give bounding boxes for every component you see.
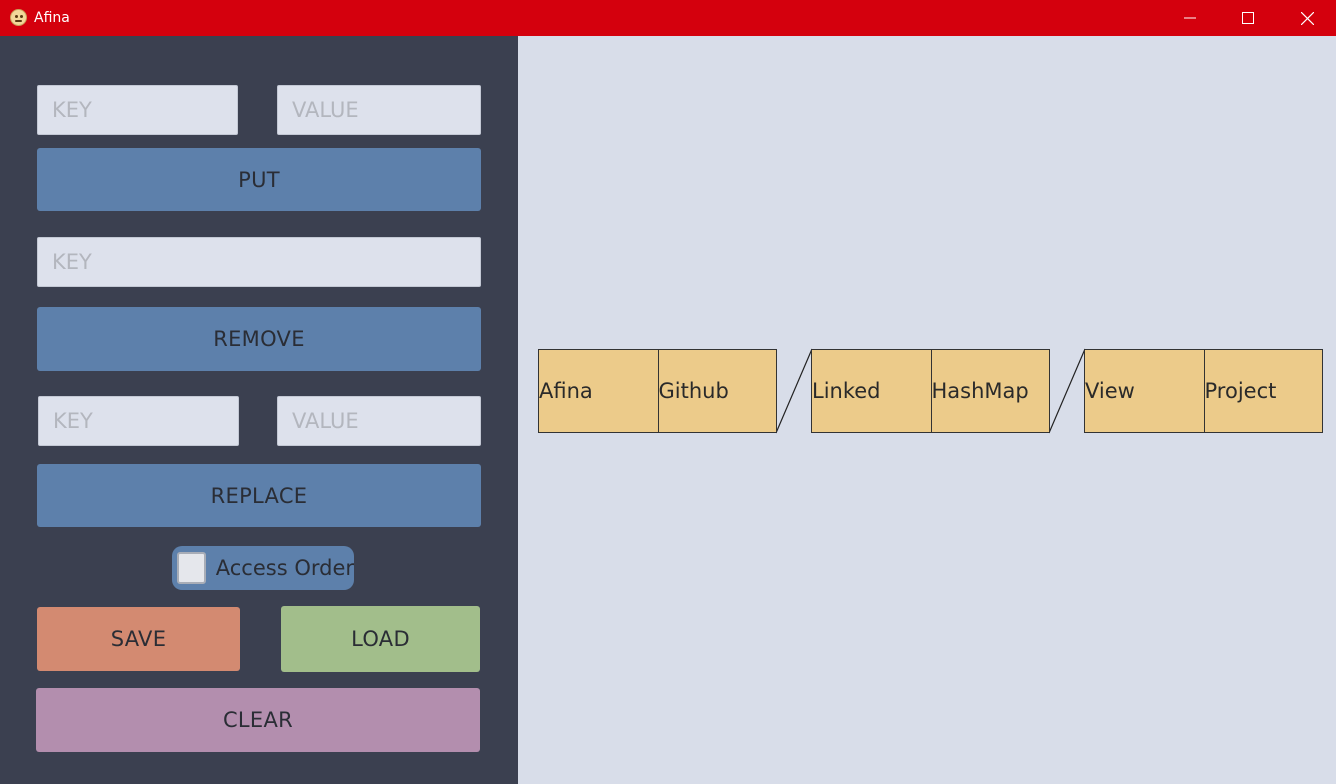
app-icon [10, 9, 27, 26]
access-order-label: Access Order [215, 556, 354, 580]
node-value: Project [1203, 350, 1323, 432]
remove-key-input[interactable] [37, 237, 481, 287]
minimize-icon [1184, 17, 1196, 19]
map-node: View Project [1084, 349, 1323, 433]
load-button[interactable]: LOAD [281, 606, 480, 672]
node-link-1 [775, 348, 813, 434]
replace-value-input[interactable] [277, 396, 481, 446]
maximize-icon [1242, 12, 1254, 24]
remove-button[interactable]: REMOVE [37, 307, 481, 371]
close-button[interactable] [1278, 0, 1336, 36]
node-link-2 [1048, 348, 1086, 434]
node-value: HashMap [930, 350, 1050, 432]
access-order-checkbox[interactable] [177, 552, 206, 584]
replace-key-input[interactable] [38, 396, 239, 446]
node-key: Afina [539, 379, 593, 403]
control-panel: PUT REMOVE REPLACE Access Order SAVE LOA… [0, 36, 518, 784]
window-title: Afina [34, 10, 70, 26]
minimize-button[interactable] [1161, 0, 1219, 36]
put-value-input[interactable] [277, 85, 481, 135]
node-key: Linked [812, 379, 881, 403]
save-button[interactable]: SAVE [37, 607, 240, 671]
hashmap-canvas: Afina Github Linked HashMap View Project [518, 36, 1336, 784]
put-key-input[interactable] [37, 85, 238, 135]
maximize-button[interactable] [1219, 0, 1277, 36]
clear-button[interactable]: CLEAR [36, 688, 480, 752]
replace-button[interactable]: REPLACE [37, 464, 481, 527]
node-key: View [1085, 379, 1135, 403]
map-node: Linked HashMap [811, 349, 1050, 433]
close-icon [1300, 11, 1314, 25]
node-value: Github [657, 350, 777, 432]
title-bar: Afina [0, 0, 1336, 36]
map-node: Afina Github [538, 349, 777, 433]
put-button[interactable]: PUT [37, 148, 481, 211]
access-order-toggle[interactable]: Access Order [172, 546, 354, 590]
